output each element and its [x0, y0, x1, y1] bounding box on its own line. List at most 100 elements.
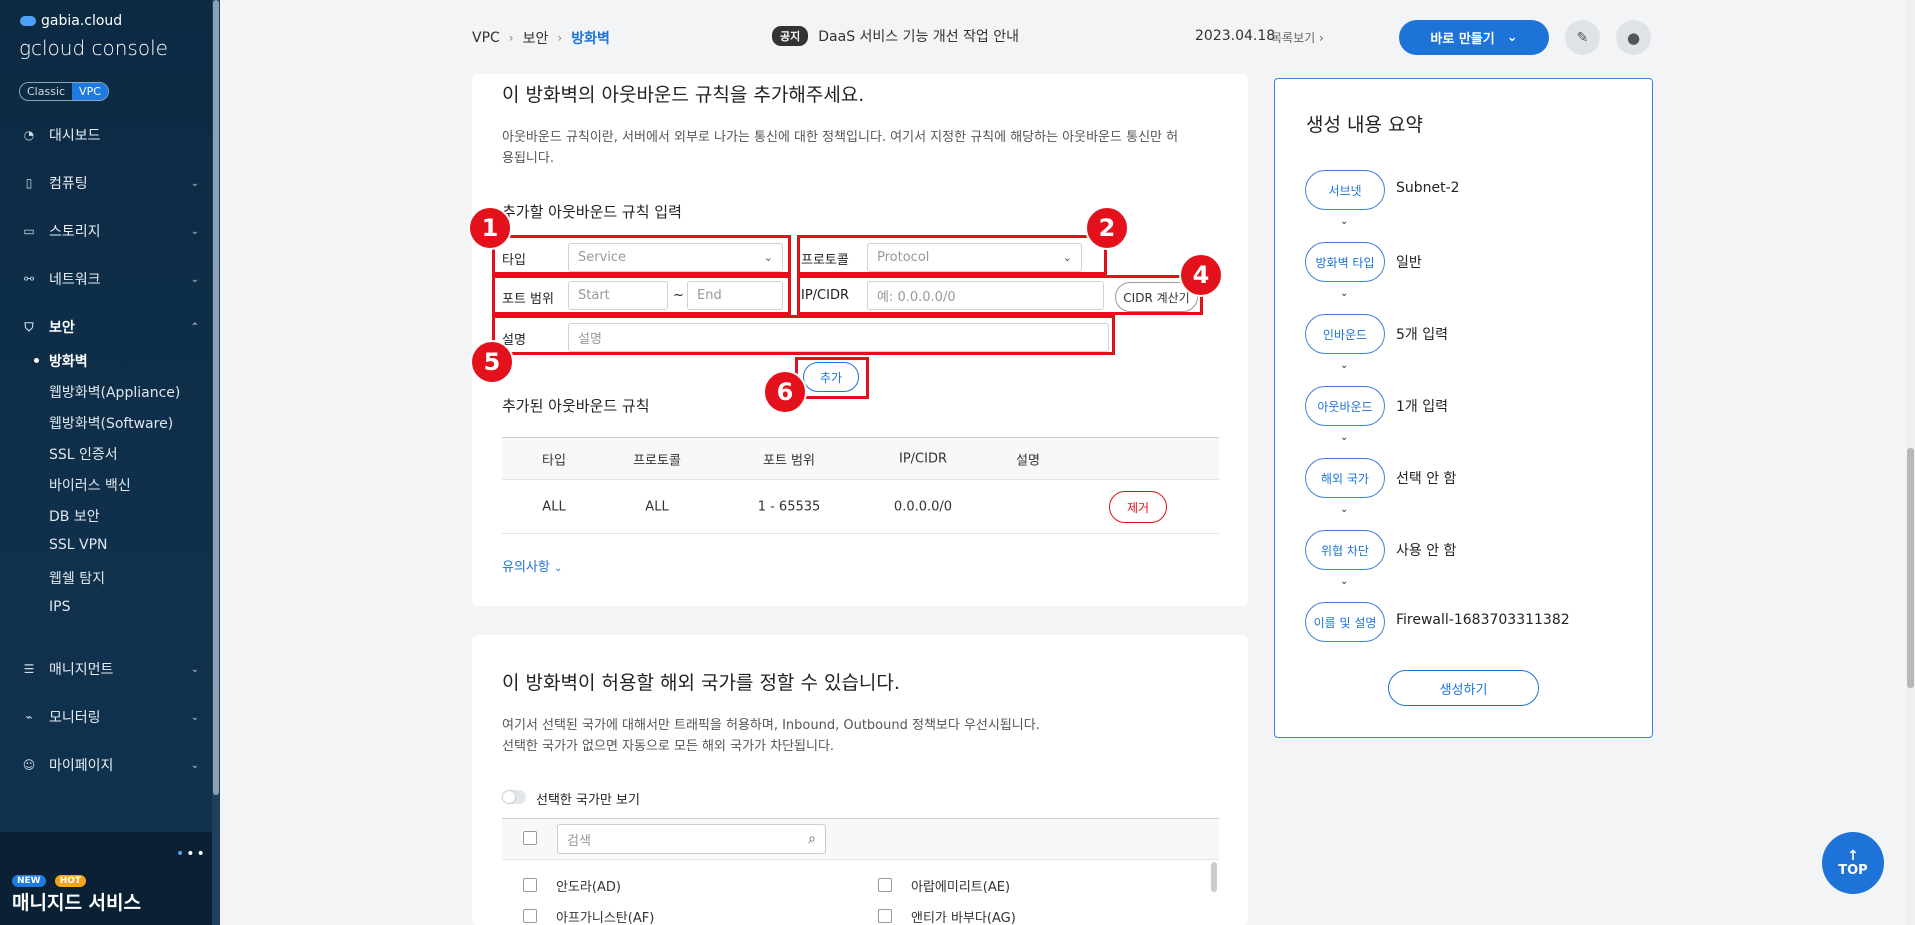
- dashboard-icon: ◔: [23, 128, 35, 142]
- chevron-down-icon: ⌄: [1340, 504, 1349, 515]
- port-end-input[interactable]: End: [687, 281, 783, 310]
- sidebar-sub-webshell[interactable]: 웹쉘 탐지: [49, 568, 105, 588]
- notes-toggle[interactable]: 유의사항 ⌄: [502, 556, 562, 575]
- sidebar-item-storage[interactable]: ▭ 스토리지 ⌄: [19, 221, 199, 241]
- port-tilde: ~: [673, 288, 684, 303]
- country-item: 안도라(AD): [556, 880, 621, 895]
- port-start-input[interactable]: Start: [568, 281, 668, 310]
- chevron-down-icon: ⌄: [190, 663, 199, 675]
- new-badge: NEW: [12, 875, 46, 887]
- selected-only-switch[interactable]: [502, 790, 526, 804]
- annotation-marker-1: 1: [468, 206, 512, 250]
- sidebar-item-mypage[interactable]: ☺ 마이페이지 ⌄: [19, 755, 199, 775]
- sidebar-sub-antivirus[interactable]: 바이러스 백신: [49, 475, 131, 495]
- promo-title: 매니지드 서비스: [12, 892, 141, 914]
- sidebar-item-security[interactable]: ⛉ 보안 ⌃: [19, 317, 199, 337]
- sidebar-item-computing[interactable]: ▯ 컴퓨팅 ⌄: [19, 173, 199, 193]
- sidebar-item-monitoring[interactable]: ⌁ 모니터링 ⌄: [19, 707, 199, 727]
- country-checkbox[interactable]: [878, 909, 892, 923]
- sidebar-sub-waf-software[interactable]: 웹방화벽(Software): [49, 413, 173, 433]
- summary-step-inbound[interactable]: 인바운드: [1305, 314, 1385, 354]
- country-checkbox[interactable]: [878, 878, 892, 892]
- chat-button[interactable]: ✎: [1565, 20, 1600, 55]
- remove-rule-button[interactable]: 제거: [1109, 491, 1167, 523]
- type-select[interactable]: Service ⌄: [568, 243, 783, 272]
- toggle-vpc[interactable]: VPC: [72, 83, 108, 100]
- breadcrumb: VPC › 보안 › 방화벽: [472, 28, 610, 48]
- summary-value-country: 선택 안 함: [1396, 471, 1457, 487]
- notice-tag: 공지: [772, 26, 809, 46]
- notice-date: 2023.04.18: [1195, 28, 1276, 44]
- type-label: 타입: [502, 253, 526, 268]
- add-rule-button[interactable]: 추가: [803, 362, 859, 392]
- sidebar-sub-ssl-vpn[interactable]: SSL VPN: [49, 537, 108, 553]
- profile-button[interactable]: ●: [1616, 20, 1651, 55]
- sidebar-sub-firewall[interactable]: 방화벽: [34, 351, 88, 371]
- page-scrollbar[interactable]: [1906, 0, 1915, 925]
- brand-logo[interactable]: gabia.cloud: [20, 13, 122, 29]
- country-checkbox[interactable]: [523, 878, 537, 892]
- chevron-right-icon: ›: [557, 31, 563, 45]
- toggle-classic[interactable]: Classic: [20, 83, 72, 100]
- chevron-down-icon: ⌄: [190, 711, 199, 723]
- chevron-down-icon: ⌄: [1340, 360, 1349, 371]
- col-protocol: 프로토콜: [633, 453, 681, 468]
- description-input[interactable]: 설명: [568, 323, 1109, 352]
- outbound-title: 이 방화벽의 아웃바운드 규칙을 추가해주세요.: [502, 84, 865, 106]
- summary-step-subnet[interactable]: 서브넷: [1305, 170, 1385, 210]
- annotation-marker-6: 6: [763, 370, 807, 414]
- summary-step-name[interactable]: 이름 및 설명: [1305, 602, 1385, 642]
- user-icon: ☺: [22, 758, 36, 772]
- ip-cidr-input[interactable]: 예: 0.0.0.0/0: [867, 281, 1104, 310]
- chevron-down-icon: ⌄: [1062, 251, 1072, 264]
- more-dots-icon[interactable]: •••: [176, 846, 207, 862]
- chat-icon: ✎: [1576, 29, 1589, 46]
- cell-port: 1 - 65535: [757, 499, 821, 514]
- protocol-select[interactable]: Protocol ⌄: [867, 243, 1082, 272]
- sidebar-sub-waf-appliance[interactable]: 웹방화벽(Appliance): [49, 382, 180, 402]
- country-search-input[interactable]: 검색 ⌕: [557, 824, 826, 854]
- sidebar-item-management[interactable]: ☰ 매니지먼트 ⌄: [19, 659, 199, 679]
- chevron-down-icon: ⌄: [1340, 288, 1349, 299]
- management-icon: ☰: [23, 662, 35, 676]
- scroll-top-button[interactable]: ↑ TOP: [1822, 832, 1884, 894]
- chevron-down-icon: ⌄: [190, 225, 199, 237]
- sidebar-sub-db-security[interactable]: DB 보안: [49, 506, 100, 526]
- classic-vpc-toggle[interactable]: Classic VPC: [19, 82, 109, 101]
- sidebar-item-dashboard[interactable]: ◔ 대시보드: [19, 125, 199, 145]
- notice-text[interactable]: DaaS 서비스 기능 개선 작업 안내: [818, 26, 1019, 46]
- summary-step-threat[interactable]: 위협 차단: [1305, 530, 1385, 570]
- arrow-up-icon: ↑: [1847, 847, 1859, 864]
- summary-step-outbound[interactable]: 아웃바운드: [1305, 386, 1385, 426]
- added-rules-table: 타입 프로토콜 포트 범위 IP/CIDR 설명 ALL ALL 1 - 655…: [502, 437, 1219, 534]
- chevron-down-icon: ⌄: [1506, 30, 1518, 45]
- country-checkbox[interactable]: [523, 909, 537, 923]
- quick-create-button[interactable]: 바로 만들기 ⌄: [1399, 20, 1549, 55]
- summary-step-country[interactable]: 해외 국가: [1305, 458, 1385, 498]
- sidebar-item-network[interactable]: ⚯ 네트워크 ⌄: [19, 269, 199, 289]
- breadcrumb-vpc[interactable]: VPC: [472, 30, 500, 46]
- country-title: 이 방화벽이 허용할 해외 국가를 정할 수 있습니다.: [502, 672, 900, 694]
- sidebar-scrollbar[interactable]: [212, 0, 220, 925]
- server-icon: ▯: [25, 176, 33, 190]
- cell-protocol: ALL: [645, 499, 669, 514]
- sidebar-sub-ips[interactable]: IPS: [49, 599, 70, 615]
- notice-banner[interactable]: 공지 DaaS 서비스 기능 개선 작업 안내: [772, 26, 1019, 46]
- summary-value-threat: 사용 안 함: [1396, 543, 1457, 559]
- select-all-checkbox[interactable]: [523, 831, 537, 845]
- breadcrumb-security[interactable]: 보안: [523, 28, 549, 48]
- country-list-scrollbar[interactable]: [1211, 862, 1217, 892]
- list-link[interactable]: 목록보기 ›: [1271, 29, 1324, 46]
- summary-value-firewall-type: 일반: [1396, 255, 1422, 271]
- summary-step-firewall-type[interactable]: 방화벽 타입: [1305, 242, 1385, 282]
- chevron-down-icon: ⌄: [1340, 576, 1349, 587]
- create-button[interactable]: 생성하기: [1388, 670, 1539, 706]
- chevron-down-icon: ⌄: [190, 177, 199, 189]
- country-desc: 여기서 선택된 국가에 대해서만 트래픽을 허용하며, Inbound, Out…: [502, 718, 1040, 754]
- added-rules-title: 추가된 아웃바운드 규칙: [502, 397, 650, 415]
- protocol-label: 프로토콜: [801, 253, 849, 268]
- annotation-marker-2: 2: [1085, 206, 1129, 250]
- summary-panel: 생성 내용 요약 서브넷 Subnet-2 ⌄ 방화벽 타입 일반 ⌄ 인바운드…: [1274, 78, 1653, 738]
- promo-banner[interactable]: ••• NEW HOT 매니지드 서비스: [0, 832, 212, 925]
- sidebar-sub-ssl-cert[interactable]: SSL 인증서: [49, 444, 118, 464]
